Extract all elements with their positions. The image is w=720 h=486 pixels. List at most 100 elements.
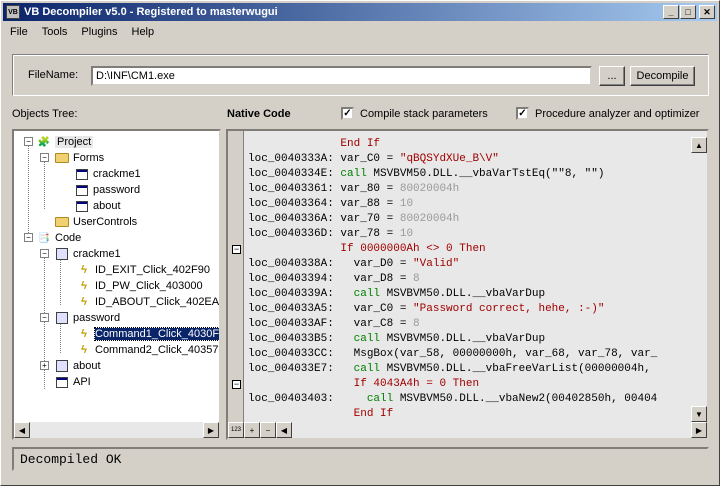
tree-module-label: password bbox=[73, 312, 121, 324]
browse-button[interactable]: ... bbox=[599, 66, 625, 86]
form-icon bbox=[74, 183, 90, 197]
code-text: call MSVBVM50.DLL.__vbaVarDup bbox=[340, 288, 546, 300]
code-line: loc_004033AF: var_C8 = 8 bbox=[248, 317, 420, 332]
main-window: VB VB Decompiler v5.0 - Registered to ma… bbox=[0, 0, 720, 486]
status-bar: Decompiled OK bbox=[12, 447, 709, 471]
about-expander[interactable]: + bbox=[40, 361, 49, 370]
proc-analyzer-check[interactable]: ✓ bbox=[516, 107, 529, 120]
project-expander[interactable]: − bbox=[24, 137, 33, 146]
forms-expander[interactable]: − bbox=[40, 153, 49, 162]
code-line: loc_00403394: var_D8 = 8 bbox=[248, 272, 420, 287]
code-line: loc_0040336A: var_70 = 80020004h bbox=[248, 212, 459, 227]
tree-proc[interactable]: ϟ ID_EXIT_Click_402F90 bbox=[76, 262, 210, 278]
code-expander[interactable]: − bbox=[24, 233, 33, 242]
folder-icon bbox=[54, 215, 70, 229]
tree-form-password[interactable]: password bbox=[74, 182, 140, 198]
menu-file[interactable]: File bbox=[3, 26, 35, 38]
code-text: var_C0 = "qBQSYdXUe_B\V" bbox=[340, 153, 499, 165]
code-address: loc_00403361: bbox=[248, 183, 341, 195]
tree-proc[interactable]: ϟ ID_ABOUT_Click_402EA0 bbox=[76, 294, 221, 310]
code-line: loc_004033A5: var_C0 = "Password correct… bbox=[248, 302, 604, 317]
scroll-left-button[interactable]: ◀ bbox=[14, 422, 30, 438]
scroll-down-button[interactable]: ▼ bbox=[691, 406, 707, 422]
event-icon: ϟ bbox=[81, 328, 87, 340]
compile-stack-check[interactable]: ✓ bbox=[341, 107, 354, 120]
code-line: loc_00403403: call MSVBVM50.DLL.__vbaNew… bbox=[248, 392, 657, 407]
code-line: loc_00403361: var_80 = 80020004h bbox=[248, 182, 459, 197]
menu-plugins[interactable]: Plugins bbox=[74, 26, 124, 38]
scroll-up-button[interactable]: ▲ bbox=[691, 137, 707, 153]
tree-form-about[interactable]: about bbox=[74, 198, 121, 214]
code-line: loc_0040333A: var_C0 = "qBQSYdXUe_B\V" bbox=[248, 152, 499, 167]
tree-project-label: Project bbox=[55, 136, 94, 148]
project-icon: 🧩 bbox=[37, 136, 51, 148]
remove-button[interactable]: − bbox=[260, 422, 276, 438]
code-text: MsgBox(var_58, 00000000h, var_68, var_78… bbox=[340, 348, 658, 360]
api-icon bbox=[54, 375, 70, 389]
code-text: var_70 = 80020004h bbox=[340, 213, 460, 225]
code-address: loc_0040336A: bbox=[248, 213, 341, 225]
tree-proc-label: ID_ABOUT_Click_402EA0 bbox=[95, 296, 221, 308]
menu-help[interactable]: Help bbox=[125, 26, 162, 38]
password-expander[interactable]: − bbox=[40, 313, 49, 322]
minimize-button[interactable]: _ bbox=[663, 5, 679, 19]
tree-proc-selected[interactable]: ϟ Command1_Click_4030F0 bbox=[76, 326, 219, 342]
add-button[interactable]: + bbox=[244, 422, 260, 438]
code-address: loc_00403403: bbox=[248, 393, 341, 405]
title-bar[interactable]: VB VB Decompiler v5.0 - Registered to ma… bbox=[3, 3, 717, 21]
form-icon bbox=[74, 167, 90, 181]
code-text: If 0000000Ah <> 0 Then bbox=[340, 243, 486, 255]
tree-api-label: API bbox=[73, 376, 91, 388]
proc-analyzer-label: Procedure analyzer and optimizer bbox=[535, 107, 700, 120]
close-button[interactable]: ✕ bbox=[699, 5, 715, 19]
tree-hscrollbar[interactable]: ◀ ▶ bbox=[14, 422, 219, 438]
tree-usercontrols-label: UserControls bbox=[73, 216, 138, 228]
menu-tools[interactable]: Tools bbox=[35, 26, 75, 38]
code-address: loc_0040333A: bbox=[248, 153, 341, 165]
code-address: loc_0040336D: bbox=[248, 228, 341, 240]
code-line: loc_0040336D: var_78 = 10 bbox=[248, 227, 413, 242]
tree-module-label: about bbox=[73, 360, 101, 372]
tree-usercontrols[interactable]: UserControls bbox=[54, 214, 137, 230]
objects-tree[interactable]: − 🧩 Project − Forms crackme1 password ab… bbox=[12, 129, 221, 440]
code-address: loc_004033B5: bbox=[248, 333, 341, 345]
code-line: loc_00403364: var_88 = 10 bbox=[248, 197, 413, 212]
crackme1-expander[interactable]: − bbox=[40, 249, 49, 258]
code-line: loc_004033B5: call MSVBVM50.DLL.__vbaVar… bbox=[248, 332, 545, 347]
module-icon bbox=[54, 247, 70, 261]
decompile-button[interactable]: Decompile bbox=[630, 66, 695, 86]
tree-project[interactable]: 🧩 Project bbox=[36, 134, 94, 150]
tree-proc[interactable]: ϟ Command2_Click_403570 bbox=[76, 342, 219, 358]
tree-code[interactable]: 📑 Code bbox=[36, 230, 82, 246]
code-view[interactable]: − − End If loc_0040333A: var_C0 = "qBQSYd… bbox=[226, 129, 709, 440]
tree-code-password[interactable]: password bbox=[54, 310, 120, 326]
tree-forms[interactable]: Forms bbox=[54, 150, 104, 166]
code-vscrollbar[interactable]: ▲ ▼ bbox=[691, 131, 707, 422]
event-icon: ϟ bbox=[81, 296, 87, 308]
code-line: loc_004033CC: MsgBox(var_58, 00000000h, … bbox=[248, 347, 657, 362]
scroll-left-button[interactable]: ◀ bbox=[276, 422, 292, 438]
code-mode-button[interactable]: 123 bbox=[228, 422, 244, 438]
code-lines: End If loc_0040333A: var_C0 = "qBQSYdXUe_… bbox=[248, 131, 693, 422]
tree-code-about[interactable]: about bbox=[54, 358, 101, 374]
code-address: loc_0040339A: bbox=[248, 288, 341, 300]
code-hscrollbar[interactable]: 123 + − ◀ ▶ bbox=[228, 422, 707, 438]
folder-icon bbox=[54, 151, 70, 165]
collapse-toggle[interactable]: − bbox=[232, 245, 241, 254]
maximize-button[interactable]: □ bbox=[680, 5, 696, 19]
code-text: var_C0 = "Password correct, hehe, :-)" bbox=[340, 303, 605, 315]
window-title: VB Decompiler v5.0 - Registered to maste… bbox=[24, 6, 278, 18]
filename-input[interactable] bbox=[91, 66, 592, 86]
tree-form-crackme1[interactable]: crackme1 bbox=[74, 166, 141, 182]
scroll-right-button[interactable]: ▶ bbox=[691, 422, 707, 438]
tree-code-crackme1[interactable]: crackme1 bbox=[54, 246, 121, 262]
proc-analyzer-checkbox[interactable]: ✓ Procedure analyzer and optimizer bbox=[516, 107, 699, 120]
compile-stack-checkbox[interactable]: ✓ Compile stack parameters bbox=[341, 107, 488, 120]
code-address: loc_004033CC: bbox=[248, 348, 341, 360]
tree-api[interactable]: API bbox=[54, 374, 91, 390]
tree-proc[interactable]: ϟ ID_PW_Click_403000 bbox=[76, 278, 203, 294]
scroll-right-button[interactable]: ▶ bbox=[203, 422, 219, 438]
collapse-toggle[interactable]: − bbox=[232, 380, 241, 389]
app-icon: VB bbox=[6, 5, 20, 19]
tree-forms-label: Forms bbox=[73, 152, 105, 164]
